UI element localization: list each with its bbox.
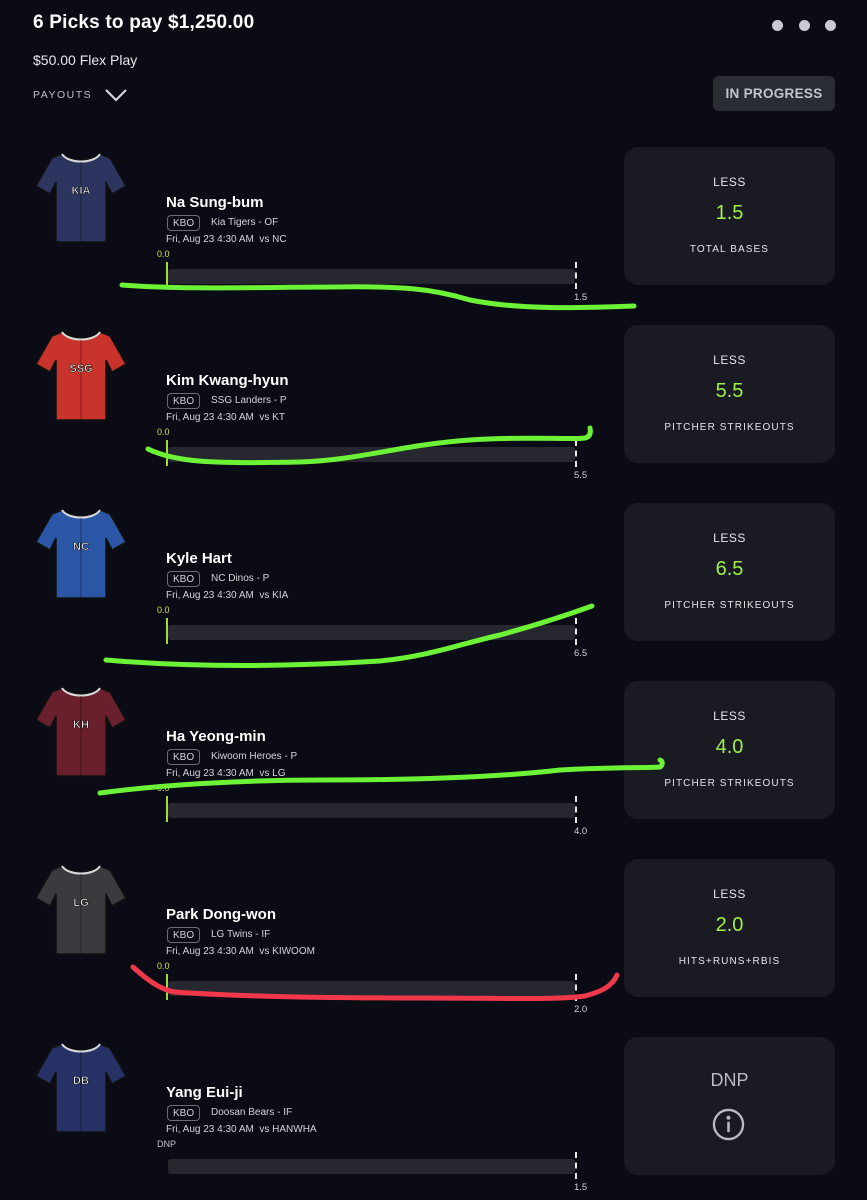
pick-direction: LESS — [713, 531, 746, 545]
more-dot-icon — [825, 19, 836, 31]
progress-line-marker — [575, 1152, 577, 1179]
team-position: LG Twins - IF — [211, 929, 271, 940]
progress-line-label: 5.5 — [574, 470, 588, 481]
team-position: NC Dinos - P — [211, 573, 270, 584]
projection-card[interactable]: LESS 1.5 TOTAL BASES — [624, 147, 835, 285]
game-time: Fri, Aug 23 4:30 AM vs KT — [166, 412, 285, 423]
progress-track — [168, 1159, 575, 1174]
projection-card[interactable]: LESS 6.5 PITCHER STRIKEOUTS — [624, 503, 835, 641]
line-value: 1.5 — [715, 202, 744, 224]
progress-track — [168, 447, 575, 462]
line-value: 6.5 — [715, 558, 744, 580]
jersey-icon: NC — [32, 506, 130, 601]
more-dot-icon — [772, 19, 783, 31]
team-position: Kia Tigers - OF — [211, 217, 279, 228]
progress-line-marker — [575, 262, 577, 289]
progress-line-marker — [575, 974, 577, 1001]
league-badge: KBO — [167, 1105, 201, 1121]
league-badge: KBO — [167, 215, 201, 231]
stat-type: HITS+RUNS+RBIS — [678, 956, 781, 967]
player-name: Kyle Hart — [166, 550, 232, 567]
payouts-label: PAYOUTS — [33, 89, 93, 101]
pick-direction: LESS — [713, 175, 746, 189]
projection-card[interactable]: LESS 4.0 PITCHER STRIKEOUTS — [624, 681, 835, 819]
progress-line-marker — [575, 440, 577, 467]
team-position: Kiwoom Heroes - P — [211, 751, 298, 762]
progress-line-label: 1.5 — [574, 292, 588, 303]
line-value: 4.0 — [715, 736, 744, 758]
progress-line-marker — [575, 618, 577, 645]
stat-type: PITCHER STRIKEOUTS — [664, 422, 795, 433]
jersey-icon: SSG — [32, 328, 130, 423]
team-position: SSG Landers - P — [211, 395, 287, 406]
page-title: 6 Picks to pay $1,250.00 — [33, 12, 255, 33]
progress-line-label: 1.5 — [574, 1182, 588, 1193]
jersey-icon: LG — [32, 862, 130, 957]
progress-start-label: 0.0 — [157, 961, 170, 971]
svg-text:NC: NC — [73, 541, 89, 553]
pick-direction: LESS — [713, 887, 746, 901]
progress-track — [168, 803, 575, 818]
game-time: Fri, Aug 23 4:30 AM vs LG — [166, 768, 286, 779]
game-time: Fri, Aug 23 4:30 AM vs NC — [166, 234, 287, 245]
projection-card[interactable]: LESS 5.5 PITCHER STRIKEOUTS — [624, 325, 835, 463]
progress-track — [168, 981, 575, 996]
progress-track — [168, 625, 575, 640]
info-icon[interactable] — [712, 1108, 745, 1141]
dnp-card[interactable]: DNP — [624, 1037, 835, 1175]
pick-row[interactable]: SSG Kim Kwang-hyun KBO SSG Landers - P F… — [0, 325, 867, 481]
svg-text:KIA: KIA — [72, 185, 91, 197]
chevron-down-icon — [105, 89, 127, 102]
progress-line-marker — [575, 796, 577, 823]
stat-type: PITCHER STRIKEOUTS — [664, 778, 795, 789]
game-time: Fri, Aug 23 4:30 AM vs KIWOOM — [166, 946, 315, 957]
svg-text:KH: KH — [73, 719, 89, 731]
league-badge: KBO — [167, 571, 201, 587]
player-name: Park Dong-won — [166, 906, 277, 923]
more-options-button[interactable] — [772, 18, 836, 32]
pick-row[interactable]: KIA Na Sung-bum KBO Kia Tigers - OF Fri,… — [0, 147, 867, 303]
jersey-icon: KH — [32, 684, 130, 779]
line-value: 2.0 — [715, 914, 744, 936]
league-badge: KBO — [167, 749, 201, 765]
player-name: Kim Kwang-hyun — [166, 372, 289, 389]
svg-text:LG: LG — [73, 897, 88, 909]
projection-card[interactable]: LESS 2.0 HITS+RUNS+RBIS — [624, 859, 835, 997]
pick-row[interactable]: NC Kyle Hart KBO NC Dinos - P Fri, Aug 2… — [0, 503, 867, 659]
payouts-toggle[interactable]: PAYOUTS — [33, 88, 128, 102]
player-name: Yang Eui-ji — [166, 1084, 243, 1101]
game-time: Fri, Aug 23 4:30 AM vs KIA — [166, 590, 289, 601]
league-badge: KBO — [167, 393, 201, 409]
player-name: Na Sung-bum — [166, 194, 264, 211]
pick-row[interactable]: DB Yang Eui-ji KBO Doosan Bears - IF Fri… — [0, 1037, 867, 1193]
progress-start-label: 0.0 — [157, 249, 170, 259]
progress-start-label: DNP — [157, 1139, 177, 1149]
progress-start-label: 0.0 — [157, 783, 170, 793]
pick-row[interactable]: LG Park Dong-won KBO LG Twins - IF Fri, … — [0, 859, 867, 1015]
progress-line-label: 4.0 — [574, 826, 588, 837]
league-badge: KBO — [167, 927, 201, 943]
svg-text:DB: DB — [73, 1075, 89, 1087]
pick-direction: LESS — [713, 353, 746, 367]
progress-line-label: 2.0 — [574, 1004, 588, 1015]
progress-start-label: 0.0 — [157, 427, 170, 437]
progress-start-label: 0.0 — [157, 605, 170, 615]
status-badge: IN PROGRESS — [713, 76, 835, 111]
more-dot-icon — [798, 19, 810, 31]
player-name: Ha Yeong-min — [166, 728, 266, 745]
team-position: Doosan Bears - IF — [211, 1107, 293, 1118]
dnp-label: DNP — [710, 1070, 749, 1090]
pick-row[interactable]: KH Ha Yeong-min KBO Kiwoom Heroes - P Fr… — [0, 681, 867, 837]
jersey-icon: KIA — [32, 150, 130, 245]
game-time: Fri, Aug 23 4:30 AM vs HANWHA — [166, 1124, 317, 1135]
entry-subtitle: $50.00 Flex Play — [33, 52, 138, 68]
stat-type: TOTAL BASES — [689, 244, 770, 255]
jersey-icon: DB — [32, 1040, 130, 1135]
stat-type: PITCHER STRIKEOUTS — [664, 600, 795, 611]
svg-text:SSG: SSG — [69, 363, 92, 375]
line-value: 5.5 — [715, 380, 744, 402]
pick-direction: LESS — [713, 709, 746, 723]
progress-line-label: 6.5 — [574, 648, 588, 659]
progress-track — [168, 269, 575, 284]
